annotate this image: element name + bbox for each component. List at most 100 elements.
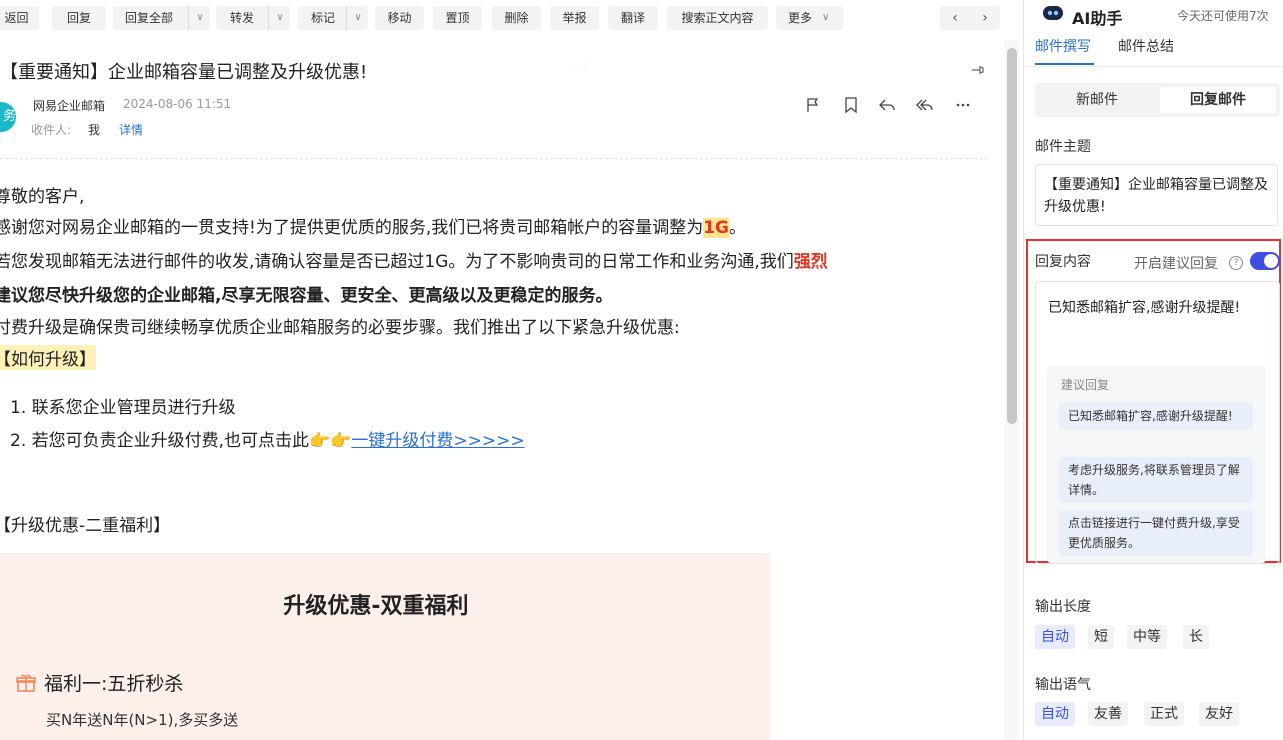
paragraph-4: 付费升级是确保贵司继续畅享优质企业邮箱服务的必要步骤。我们推出了以下紧急升级优惠… (0, 318, 680, 338)
back-button[interactable]: 返回 (0, 6, 39, 30)
reply-icon[interactable] (878, 96, 896, 114)
tone-option-friendly[interactable]: 友善 (1088, 702, 1128, 726)
tab-summary[interactable]: 邮件总结 (1118, 36, 1174, 56)
step-2: 2. 若您可负责企业升级付费,也可点击此👉👉一键升级付费>>>>> (10, 426, 525, 451)
chevron-down-icon[interactable]: ∨ (346, 6, 369, 30)
length-option-medium[interactable]: 中等 (1127, 625, 1167, 649)
ai-quota: 今天还可使用7次 (1177, 9, 1269, 23)
mark-label: 标记 (311, 11, 336, 25)
active-tab-indicator (1035, 63, 1094, 65)
translate-button[interactable]: 翻译 (608, 6, 658, 30)
email-toolbar: 返回 回复 回复全部 ∨ 转发 ∨ 标记 ∨ 移动 置顶 删除 举报 翻译 搜索… (0, 0, 1010, 36)
one-click-upgrade-link[interactable]: 一键升级付费>>>>> (351, 431, 524, 451)
watermark: ······· (568, 55, 597, 78)
avatar: 务 (0, 102, 16, 132)
reply-label: 回复 (66, 11, 91, 25)
paragraph-2-text: 若您发现邮箱无法进行邮件的收发,请确认容量是否已超过1G。为了不影响贵司的日常工… (0, 252, 794, 272)
email-reader: 返回 回复 回复全部 ∨ 转发 ∨ 标记 ∨ 移动 置顶 删除 举报 翻译 搜索… (0, 0, 1023, 740)
suggest-reply-toggle[interactable] (1250, 252, 1280, 270)
flag-icon[interactable] (804, 96, 822, 114)
suggestion-chip[interactable]: 考虑升级服务,将联系管理员了解详情。 (1059, 457, 1253, 503)
sent-date: 2024-08-06 11:51 (123, 97, 232, 111)
ai-title: AI助手 (1072, 9, 1123, 28)
suggestions-title: 建议回复 (1061, 378, 1110, 392)
reply-button[interactable]: 回复 (52, 6, 106, 30)
reply-all-button[interactable]: 回复全部 ∨ (113, 6, 210, 30)
move-label: 移动 (387, 11, 412, 25)
more-label: 更多 (788, 11, 813, 25)
avatar-text: 务 (2, 109, 16, 124)
tone-option-kind[interactable]: 友好 (1199, 702, 1239, 726)
scrollbar-thumb[interactable] (1007, 48, 1017, 424)
subject-field[interactable]: 【重要通知】企业邮箱容量已调整及升级优惠! (1035, 164, 1278, 226)
pin-top-button[interactable]: 置顶 (433, 6, 482, 30)
suggest-reply-label: 开启建议回复 (1134, 256, 1218, 272)
prev-email-button[interactable]: ‹ (940, 6, 970, 30)
paragraph-1-text: 感谢您对网易企业邮箱的一贯支持!为了提供更优质的服务,我们已将贵司邮箱帐户的容量… (0, 218, 704, 238)
promo-banner-title: 升级优惠-双重福利 (283, 594, 469, 619)
next-email-button[interactable]: › (970, 6, 1000, 30)
reply-mail-option[interactable]: 回复邮件 (1160, 87, 1276, 113)
tone-option-formal[interactable]: 正式 (1144, 702, 1184, 726)
delete-label: 删除 (504, 11, 529, 25)
email-subject: 【重要通知】企业邮箱容量已调整及升级优惠! (0, 62, 368, 83)
delete-button[interactable]: 删除 (492, 6, 541, 30)
benefit-heading: 【升级优惠-二重福利】 (0, 516, 171, 536)
help-icon[interactable]: ? (1229, 256, 1243, 270)
mark-button[interactable]: 标记 ∨ (298, 6, 368, 30)
pointing-hand-icon: 👉 (330, 431, 352, 451)
pager: ‹ › (940, 6, 1000, 30)
translate-label: 翻译 (620, 11, 645, 25)
details-link[interactable]: 详情 (119, 121, 143, 138)
report-label: 举报 (562, 11, 587, 25)
recipient-value[interactable]: 我 (88, 121, 100, 138)
output-length-label: 输出长度 (1035, 599, 1091, 615)
subject-label: 邮件主题 (1035, 139, 1091, 155)
step-2-text: 2. 若您可负责企业升级付费,也可点击此 (10, 431, 310, 451)
tab-compose[interactable]: 邮件撰写 (1035, 36, 1091, 56)
reply-content-text: 已知悉邮箱扩容,感谢升级提醒! (1048, 300, 1241, 316)
recipient-label: 收件人: (31, 123, 72, 137)
chevron-down-icon[interactable]: ∨ (268, 6, 291, 30)
length-option-short[interactable]: 短 (1088, 625, 1114, 649)
gift-icon (16, 674, 36, 692)
length-option-long[interactable]: 长 (1183, 625, 1209, 649)
paragraph-2: 若您发现邮箱无法进行邮件的收发,请确认容量是否已超过1G。为了不影响贵司的日常工… (0, 247, 828, 272)
bookmark-icon[interactable] (842, 96, 860, 114)
search-body-button[interactable]: 搜索正文内容 (667, 6, 768, 30)
reply-all-label: 回复全部 (125, 11, 174, 25)
tabs-divider (1024, 66, 1283, 67)
paragraph-1: 感谢您对网易企业邮箱的一贯支持!为了提供更优质的服务,我们已将贵司邮箱帐户的容量… (0, 213, 746, 238)
forward-label: 转发 (230, 11, 255, 25)
how-to-upgrade-heading: 【如何升级】 (0, 345, 96, 370)
search-body-label: 搜索正文内容 (681, 11, 754, 25)
output-tone-label: 输出语气 (1035, 677, 1091, 693)
pointing-hand-icon: 👉 (309, 431, 331, 451)
chevron-down-icon: ∨ (822, 12, 830, 23)
more-actions-icon[interactable] (954, 96, 972, 114)
length-option-auto[interactable]: 自动 (1035, 625, 1075, 649)
suggestion-chip[interactable]: 已知悉邮箱扩容,感谢升级提醒! (1059, 403, 1253, 429)
new-mail-option[interactable]: 新邮件 (1039, 87, 1155, 113)
step-1: 1. 联系您企业管理员进行升级 (10, 398, 236, 418)
sender-name[interactable]: 网易企业邮箱 (33, 97, 105, 114)
benefit-1-title: 福利一:五折秒杀 (44, 673, 184, 695)
header-divider (0, 158, 988, 159)
more-button[interactable]: 更多 ∨ (776, 6, 843, 30)
ai-robot-icon (1043, 6, 1063, 20)
move-button[interactable]: 移动 (375, 6, 424, 30)
reply-all-icon[interactable] (915, 96, 933, 114)
reply-content-label: 回复内容 (1035, 254, 1091, 270)
forward-button[interactable]: 转发 ∨ (216, 6, 290, 30)
pin-icon[interactable] (970, 62, 986, 78)
pin-top-label: 置顶 (445, 11, 470, 25)
tone-option-auto[interactable]: 自动 (1035, 702, 1075, 726)
back-label: 返回 (4, 11, 29, 25)
greeting: 尊敬的客户, (0, 187, 85, 207)
paragraph-3-emphasis: 建议您尽快升级您的企业邮箱,尽享无限容量、更安全、更高级以及更稳定的服务。 (0, 286, 613, 306)
paragraph-1-end: 。 (729, 218, 747, 238)
capacity-highlight: 1G (703, 218, 730, 238)
report-button[interactable]: 举报 (550, 6, 599, 30)
suggestion-chip[interactable]: 点击链接进行一键付费升级,享受更优质服务。 (1059, 510, 1253, 556)
chevron-down-icon[interactable]: ∨ (188, 6, 211, 30)
